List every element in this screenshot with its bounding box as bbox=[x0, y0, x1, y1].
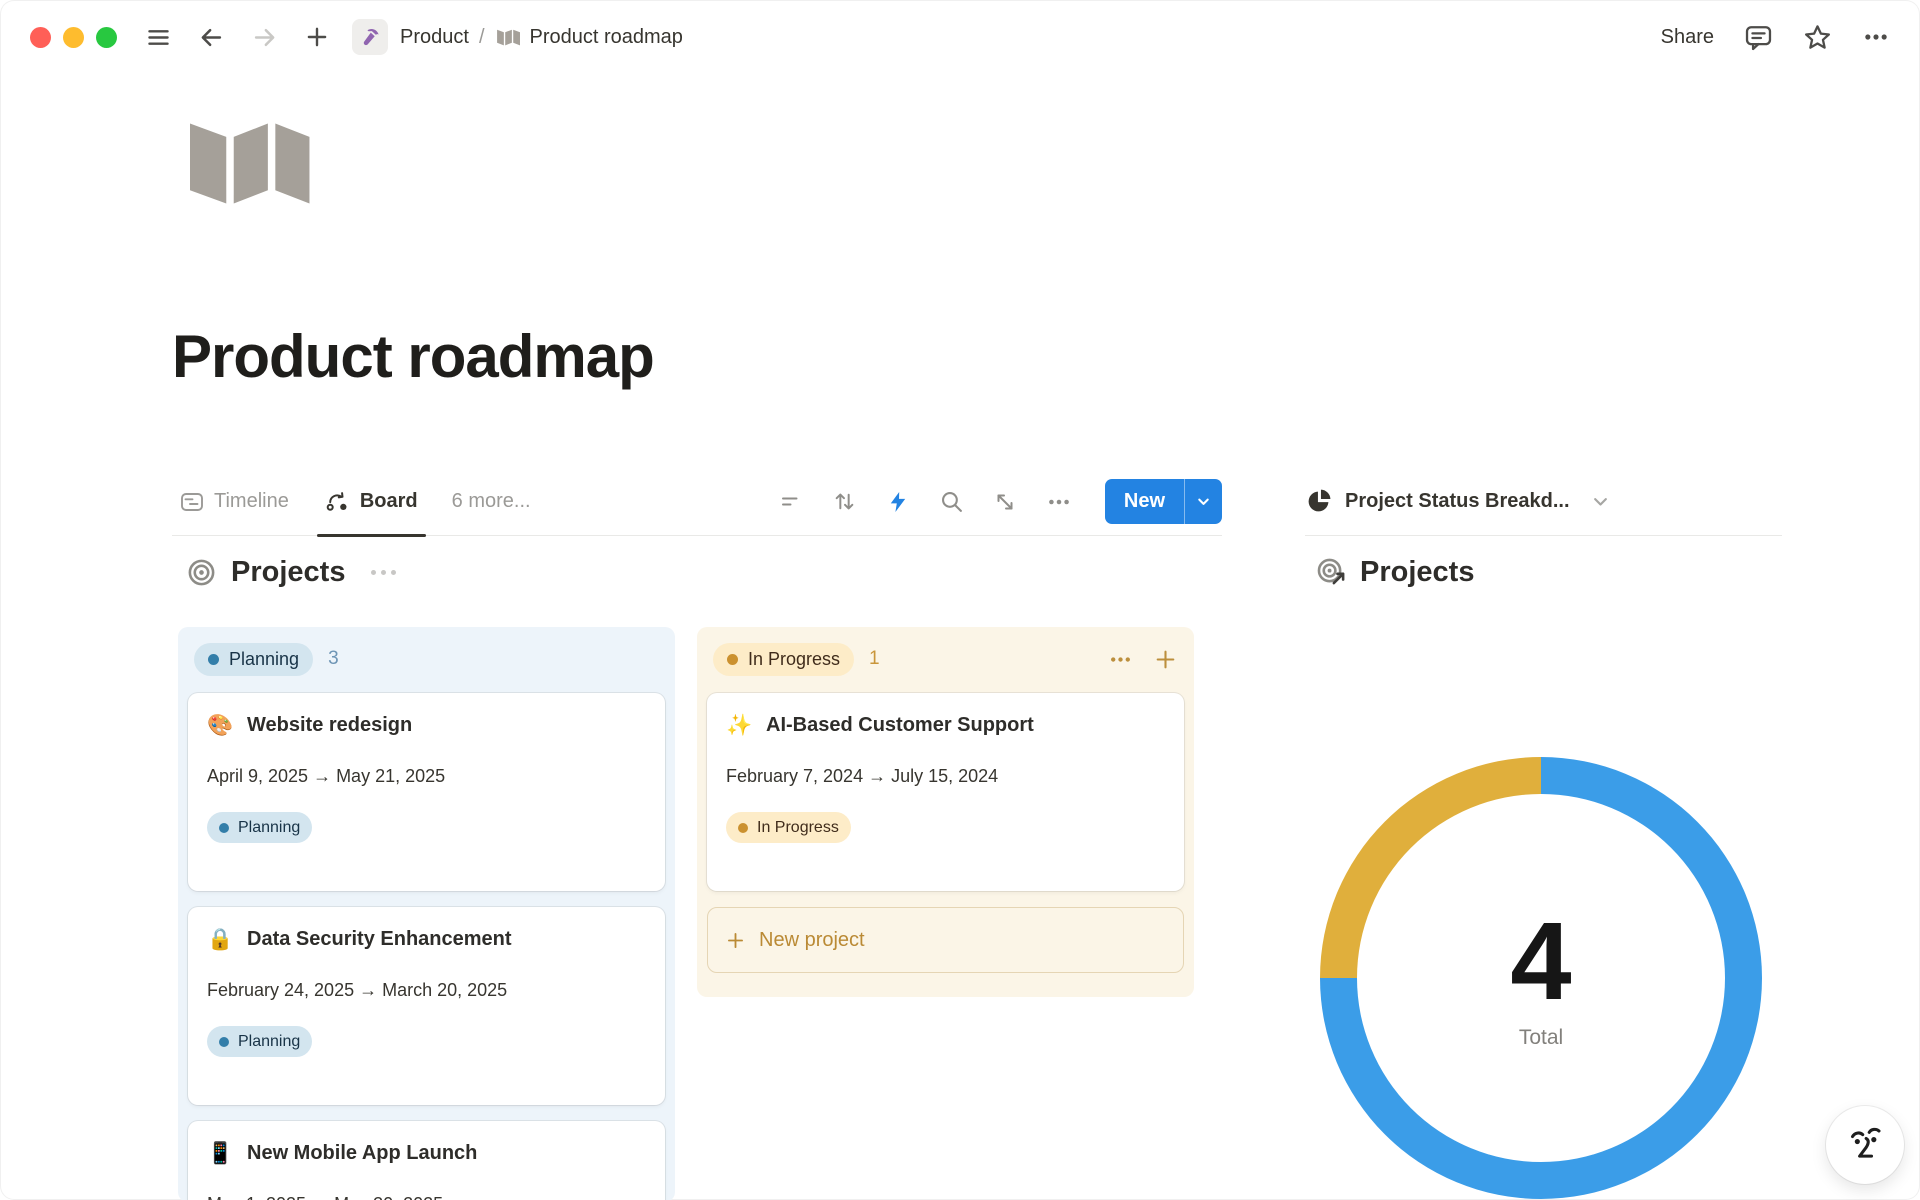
chart-section-heading: Projects bbox=[1316, 556, 1474, 589]
board-column-in-progress: In Progress 1 ✨ AI-Based Customer Suppor… bbox=[697, 627, 1194, 997]
page-map-icon[interactable] bbox=[180, 115, 312, 211]
new-tab-plus-icon[interactable] bbox=[304, 24, 330, 50]
section-options-dots-icon[interactable] bbox=[371, 570, 396, 575]
column-header-in-progress: In Progress 1 bbox=[707, 637, 1184, 681]
card-status-tag: Planning bbox=[207, 812, 312, 843]
status-pill-in-progress[interactable]: In Progress bbox=[713, 643, 854, 676]
topbar-actions: Share bbox=[1661, 23, 1890, 52]
status-dot-blue bbox=[219, 1037, 229, 1047]
status-dot-yellow bbox=[738, 823, 748, 833]
view-tab-bar: Timeline Board 6 more... bbox=[172, 468, 1222, 536]
back-arrow-icon[interactable] bbox=[198, 24, 225, 51]
card-website-redesign[interactable]: 🎨 Website redesign April 9, 2025 → May 2… bbox=[188, 693, 665, 891]
chart-section-title: Projects bbox=[1360, 556, 1474, 589]
search-icon[interactable] bbox=[939, 489, 964, 514]
sort-icon[interactable] bbox=[832, 489, 857, 514]
mobile-phone-emoji-icon: 📱 bbox=[207, 1140, 233, 1167]
status-dot-blue bbox=[219, 823, 229, 833]
column-actions bbox=[1108, 647, 1178, 672]
minimize-window-button[interactable] bbox=[63, 27, 84, 48]
more-options-icon[interactable] bbox=[1862, 23, 1890, 51]
new-project-button[interactable]: New project bbox=[707, 907, 1184, 973]
chevron-down-icon[interactable] bbox=[1591, 492, 1610, 511]
card-status-tag: In Progress bbox=[726, 812, 851, 843]
card-title-row: ✨ AI-Based Customer Support bbox=[726, 712, 1165, 739]
linked-target-arrow-icon bbox=[1316, 557, 1347, 588]
page-title: Product roadmap bbox=[172, 322, 654, 391]
tab-more-views[interactable]: 6 more... bbox=[446, 468, 537, 535]
notion-ai-button[interactable] bbox=[1826, 1106, 1904, 1184]
card-mobile-app[interactable]: 📱 New Mobile App Launch May 1, 2025 → Ma… bbox=[188, 1121, 665, 1200]
view-toolbar: New bbox=[779, 479, 1222, 524]
breadcrumb-separator: / bbox=[479, 26, 485, 49]
zoom-window-button[interactable] bbox=[96, 27, 117, 48]
card-title-row: 📱 New Mobile App Launch bbox=[207, 1140, 646, 1167]
plus-icon bbox=[725, 930, 746, 951]
favorite-star-icon[interactable] bbox=[1803, 23, 1832, 52]
card-dates: May 1, 2025 → May 30, 2025 bbox=[207, 1194, 646, 1200]
workspace-hammer-icon[interactable] bbox=[352, 19, 388, 55]
card-data-security[interactable]: 🔒 Data Security Enhancement February 24,… bbox=[188, 907, 665, 1105]
pie-chart-icon bbox=[1305, 488, 1332, 515]
breadcrumb: Product / Product roadmap bbox=[352, 19, 683, 55]
status-dot-yellow bbox=[727, 654, 738, 665]
card-title-row: 🔒 Data Security Enhancement bbox=[207, 926, 646, 953]
donut-total-label: Total bbox=[1519, 1026, 1563, 1050]
status-dot-blue bbox=[208, 654, 219, 665]
column-count: 3 bbox=[328, 648, 339, 670]
palette-emoji-icon: 🎨 bbox=[207, 712, 233, 739]
timeline-icon bbox=[180, 490, 204, 514]
card-dates: April 9, 2025 → May 21, 2025 bbox=[207, 766, 646, 787]
new-button-caret[interactable] bbox=[1184, 479, 1222, 524]
board-icon bbox=[325, 489, 350, 514]
donut-center: 4 Total bbox=[1357, 794, 1725, 1162]
board-column-planning: Planning 3 🎨 Website redesign April 9, 2… bbox=[178, 627, 675, 1200]
comments-icon[interactable] bbox=[1744, 23, 1773, 52]
donut-total-value: 4 bbox=[1510, 906, 1571, 1018]
column-options-dots-icon[interactable] bbox=[1108, 647, 1133, 672]
tab-timeline[interactable]: Timeline bbox=[172, 468, 297, 535]
status-donut-chart: 4 Total bbox=[1320, 757, 1762, 1199]
notion-window: Product / Product roadmap Share bbox=[0, 0, 1920, 1200]
map-page-icon-small bbox=[495, 25, 520, 50]
filter-icon[interactable] bbox=[779, 490, 803, 514]
lock-emoji-icon: 🔒 bbox=[207, 926, 233, 953]
column-count: 1 bbox=[869, 648, 880, 670]
breadcrumb-root[interactable]: Product bbox=[400, 26, 469, 49]
window-topbar: Product / Product roadmap Share bbox=[0, 0, 1920, 74]
sparkles-emoji-icon: ✨ bbox=[726, 712, 752, 739]
card-dates: February 7, 2024 → July 15, 2024 bbox=[726, 766, 1165, 787]
board-section-title: Projects bbox=[231, 556, 345, 589]
board-section-heading: Projects bbox=[186, 556, 396, 589]
linked-view-title: Project Status Breakd... bbox=[1345, 490, 1570, 513]
card-ai-customer-support[interactable]: ✨ AI-Based Customer Support February 7, … bbox=[707, 693, 1184, 891]
ai-face-icon bbox=[1842, 1122, 1888, 1168]
share-button[interactable]: Share bbox=[1661, 26, 1714, 49]
status-pill-planning[interactable]: Planning bbox=[194, 643, 313, 676]
card-title-row: 🎨 Website redesign bbox=[207, 712, 646, 739]
sidebar-menu-icon[interactable] bbox=[145, 24, 172, 51]
forward-arrow-icon[interactable] bbox=[251, 24, 278, 51]
new-button-group: New bbox=[1105, 479, 1222, 524]
target-icon bbox=[186, 557, 217, 588]
new-button[interactable]: New bbox=[1105, 479, 1184, 524]
view-options-dots-icon[interactable] bbox=[1046, 489, 1072, 515]
traffic-lights bbox=[30, 27, 117, 48]
close-window-button[interactable] bbox=[30, 27, 51, 48]
tab-board[interactable]: Board bbox=[317, 468, 426, 535]
breadcrumb-current[interactable]: Product roadmap bbox=[530, 26, 683, 49]
automations-lightning-icon[interactable] bbox=[886, 490, 910, 514]
linked-view-header[interactable]: Project Status Breakd... bbox=[1305, 468, 1782, 536]
column-header-planning: Planning 3 bbox=[188, 637, 665, 681]
column-add-plus-icon[interactable] bbox=[1153, 647, 1178, 672]
card-dates: February 24, 2025 → March 20, 2025 bbox=[207, 980, 646, 1001]
card-status-tag: Planning bbox=[207, 1026, 312, 1057]
expand-icon[interactable] bbox=[993, 490, 1017, 514]
